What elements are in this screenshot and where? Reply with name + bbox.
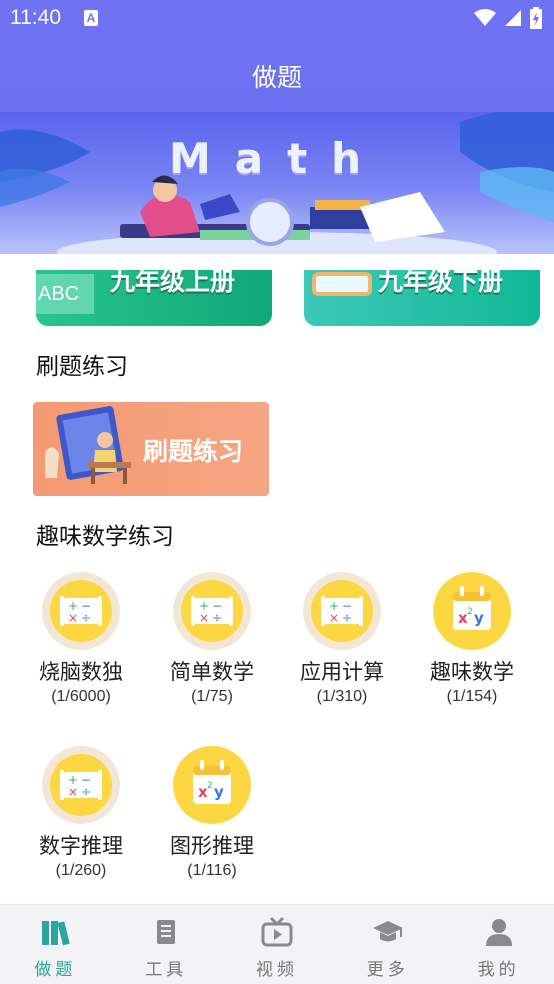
status-bar: 11:40 A <box>0 0 554 36</box>
practice-card-label: 刷题练习 <box>143 437 244 466</box>
grade-card-second-term[interactable]: 九年级下册 <box>304 270 540 326</box>
fun-item-count: (1/154) <box>446 688 498 705</box>
graduation-cap-icon <box>372 921 403 942</box>
fun-item-count: (1/116) <box>187 862 237 879</box>
svg-text:2: 2 <box>467 607 473 617</box>
fun-item-simple-math[interactable]: + − × ÷ 简单数学 (1/75) <box>152 572 272 706</box>
fun-item-count: (1/310) <box>316 688 368 705</box>
svg-text:×: × <box>199 611 209 625</box>
fun-item-name: 烧脑数独 <box>39 660 123 684</box>
svg-text:y: y <box>474 609 484 627</box>
status-icons <box>474 7 542 29</box>
fun-math-section-title: 趣味数学练习 <box>36 524 174 550</box>
fun-item-count: (1/6000) <box>51 688 111 705</box>
fun-item-number-reasoning[interactable]: + − × ÷ 数字推理 (1/260) <box>21 746 141 880</box>
practice-card[interactable]: 刷题练习 <box>33 402 269 496</box>
nav-item-profile[interactable]: 我的 <box>443 905 554 984</box>
fun-item-shape-reasoning[interactable]: x2y 图形推理 (1/116) <box>152 746 272 880</box>
page-title: 做题 <box>251 63 302 92</box>
practice-section-title: 刷题练习 <box>36 354 128 380</box>
book-icon <box>312 272 372 296</box>
grade-card-label: 九年级上册 <box>110 270 236 296</box>
nav-item-practice[interactable]: 做题 <box>0 905 111 984</box>
fun-item-applied-calc[interactable]: + − × ÷ 应用计算 (1/310) <box>282 572 402 706</box>
fun-item-name: 应用计算 <box>300 660 384 684</box>
abc-chip: ABC <box>36 274 94 314</box>
nav-label: 工具 <box>145 960 188 980</box>
svg-text:×: × <box>68 611 78 625</box>
battery-icon <box>530 7 542 29</box>
calendar-formula-icon: x2y <box>433 572 511 650</box>
fun-item-sudoku[interactable]: + − × ÷ 烧脑数独 (1/6000) <box>21 572 141 706</box>
notification-icon: A <box>84 10 98 26</box>
math-symbols-icon: + − × ÷ <box>42 572 120 650</box>
nav-label: 我的 <box>477 960 520 980</box>
nav-item-more[interactable]: 更多 <box>332 905 443 984</box>
svg-text:÷: ÷ <box>81 785 91 799</box>
math-banner[interactable]: Math <box>0 112 554 254</box>
banner-title: Math <box>168 134 386 183</box>
svg-text:2: 2 <box>207 781 213 791</box>
math-symbols-icon: + − × ÷ <box>42 746 120 824</box>
fun-item-fun-math[interactable]: x2y 趣味数学 (1/154) <box>412 572 532 706</box>
svg-text:÷: ÷ <box>81 611 91 625</box>
grade-card-first-term[interactable]: ABC 九年级上册 <box>36 270 272 326</box>
tv-play-icon <box>261 916 293 947</box>
bottom-nav: 做题 工具 视频 更多 我的 <box>0 904 554 984</box>
status-time: 11:40 <box>10 6 61 29</box>
svg-text:y: y <box>214 783 224 801</box>
calendar-formula-icon: x2y <box>173 746 251 824</box>
svg-text:×: × <box>329 611 339 625</box>
nav-item-video[interactable]: 视频 <box>222 905 333 984</box>
fun-item-name: 数字推理 <box>39 834 123 858</box>
signal-icon <box>505 10 521 26</box>
svg-text:÷: ÷ <box>342 611 352 625</box>
fun-item-count: (1/75) <box>191 688 233 705</box>
fun-item-name: 趣味数学 <box>430 660 514 684</box>
student-illustration-icon <box>45 406 131 484</box>
svg-text:÷: ÷ <box>212 611 222 625</box>
person-icon <box>485 919 512 946</box>
wifi-icon <box>474 9 496 26</box>
nav-item-tools[interactable]: 工具 <box>111 905 222 984</box>
fun-item-name: 图形推理 <box>170 834 254 858</box>
nav-label: 做题 <box>34 960 77 980</box>
nav-label: 更多 <box>366 960 409 980</box>
math-symbols-icon: + − × ÷ <box>303 572 381 650</box>
document-icon <box>157 920 176 944</box>
math-symbols-icon: + − × ÷ <box>173 572 251 650</box>
nav-label: 视频 <box>255 960 298 980</box>
books-icon <box>42 921 71 946</box>
fun-item-count: (1/260) <box>55 862 107 879</box>
fun-item-name: 简单数学 <box>170 660 254 684</box>
svg-text:×: × <box>68 785 78 799</box>
grade-card-label: 九年级下册 <box>378 270 504 296</box>
top-bar: 11:40 A 做题 <box>0 0 554 112</box>
